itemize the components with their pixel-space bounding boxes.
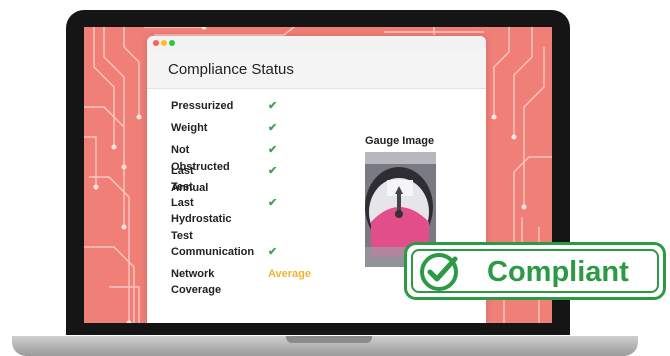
maximize-dot[interactable] bbox=[169, 40, 175, 46]
laptop-notch bbox=[286, 336, 372, 343]
check-icon: ✔ bbox=[268, 100, 278, 112]
check-icon: ✔ bbox=[268, 165, 278, 177]
badge-label: Compliant bbox=[487, 256, 629, 288]
check-icon: ✔ bbox=[268, 197, 278, 209]
status-value-average: Average bbox=[268, 268, 312, 280]
status-label-coverage: Coverage bbox=[171, 284, 222, 296]
gauge-title: Gauge Image bbox=[365, 135, 435, 147]
status-label-weight: Weight bbox=[171, 122, 208, 134]
status-label-last-annual-test: Test bbox=[171, 181, 193, 193]
check-icon: ✔ bbox=[268, 144, 278, 156]
check-circle-icon bbox=[420, 253, 458, 291]
status-label-network: Network bbox=[171, 268, 215, 280]
status-label-pressurized: Pressurized bbox=[171, 100, 234, 112]
status-label-last: Last bbox=[171, 197, 194, 209]
close-dot[interactable] bbox=[153, 40, 159, 46]
window-header: Compliance Status bbox=[147, 50, 486, 89]
status-label-hydrostatic: Hydrostatic bbox=[171, 213, 232, 225]
status-label-hydrostatic-test: Test bbox=[171, 230, 193, 242]
compliant-badge: Compliant bbox=[404, 242, 666, 300]
status-label-communication: Communication bbox=[171, 246, 255, 258]
window-title: Compliance Status bbox=[168, 61, 294, 78]
minimize-dot[interactable] bbox=[161, 40, 167, 46]
check-icon: ✔ bbox=[268, 246, 278, 258]
window-title-bar bbox=[147, 36, 486, 50]
check-icon: ✔ bbox=[268, 122, 278, 134]
